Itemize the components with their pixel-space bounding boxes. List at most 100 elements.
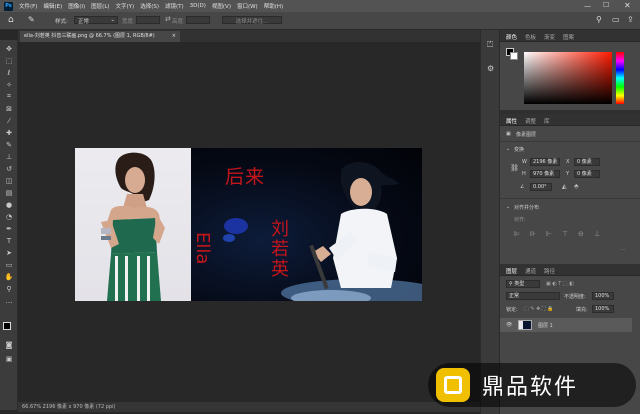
align-bottom-icon[interactable]: ⊥ (594, 230, 600, 238)
blend-mode-select[interactable]: 正常 (506, 292, 560, 300)
document-canvas[interactable]: 后来 Ella 刘若英 (75, 148, 422, 301)
search-icon[interactable]: ⚲ (596, 15, 602, 24)
chevron-down-icon[interactable]: ⌄ (506, 204, 510, 210)
link-icon[interactable]: ⛓ (510, 164, 519, 172)
layer-filter-select[interactable]: ⚲ 类型 (506, 280, 540, 288)
flip-horizontal-icon[interactable]: ◭ (562, 183, 567, 190)
angle-icon: ∠ (520, 184, 525, 190)
menu-image[interactable]: 图像(I) (68, 2, 85, 10)
x-field[interactable]: 0 像素 (574, 158, 600, 166)
align-middle-icon[interactable]: ⊖ (578, 230, 584, 238)
tab-paths[interactable]: 路径 (544, 267, 555, 275)
layer-row[interactable]: 👁 图层 1 (500, 318, 632, 332)
hue-slider[interactable] (616, 52, 624, 104)
foreground-color-swatch[interactable] (3, 322, 11, 330)
frame-tool-icon[interactable]: ⊠ (4, 104, 14, 113)
swap-icon[interactable]: ⇄ (165, 15, 171, 23)
eraser-tool-icon[interactable]: ◫ (4, 176, 14, 185)
select-and-mask-button[interactable]: 选择并遮住... (222, 16, 282, 25)
hand-tool-icon[interactable]: ✋ (4, 272, 14, 281)
tab-properties[interactable]: 属性 (506, 117, 517, 125)
rectangle-tool-icon[interactable]: ▭ (4, 260, 14, 269)
layer-thumbnail (518, 320, 532, 330)
marquee-tool-icon[interactable]: ⬚ (4, 56, 14, 65)
tab-channels[interactable]: 通道 (525, 267, 536, 275)
more-tools-icon[interactable]: … (4, 296, 14, 305)
align-right-icon[interactable]: ⊩ (546, 230, 552, 238)
menu-window[interactable]: 窗口(W) (237, 2, 258, 10)
dodge-tool-icon[interactable]: ◔ (4, 212, 14, 221)
fill-label: 填充: (576, 307, 588, 313)
menu-view[interactable]: 视图(V) (212, 2, 231, 10)
flip-vertical-icon[interactable]: ⬘ (574, 183, 579, 190)
menu-file[interactable]: 文件(F) (19, 2, 37, 10)
menu-filter[interactable]: 滤镜(T) (165, 2, 184, 10)
adjustments-panel-icon[interactable]: ⚙ (487, 64, 494, 73)
screen-mode-icon[interactable]: ▣ (4, 354, 14, 363)
fill-field[interactable]: 100% (592, 305, 614, 313)
tab-adjustments[interactable]: 调整 (525, 117, 536, 125)
crop-tool-icon[interactable]: ⌗ (4, 92, 14, 101)
more-options-icon[interactable]: … (620, 246, 625, 252)
path-selection-tool-icon[interactable]: ➤ (4, 248, 14, 257)
width-field[interactable]: 2196 像素 (530, 158, 560, 166)
filter-icons[interactable]: ▣ ◐ T ⬚ ◧ (546, 281, 574, 287)
blur-tool-icon[interactable]: ● (4, 200, 14, 209)
brush-preset-icon[interactable]: ✎ (28, 15, 35, 24)
width-label: W (522, 159, 527, 165)
pen-tool-icon[interactable]: ✒ (4, 224, 14, 233)
background-swatch[interactable] (510, 52, 518, 60)
history-panel-icon[interactable]: ⏍ (487, 40, 493, 50)
lock-icons[interactable]: ⬚ ✎ ✥ ⛶ 🔒 (524, 306, 553, 312)
maximize-icon[interactable]: ☐ (603, 1, 609, 9)
tab-swatches[interactable]: 色板 (525, 33, 536, 41)
menu-edit[interactable]: 编辑(E) (43, 2, 62, 10)
history-brush-tool-icon[interactable]: ↺ (4, 164, 14, 173)
tab-libraries[interactable]: 库 (544, 117, 550, 125)
type-tool-icon[interactable]: T (4, 236, 14, 245)
opacity-field[interactable]: 100% (592, 292, 614, 300)
document-tab[interactable]: ella-刘若英 抖音三联画.png @ 66.7% (图层 1, RGB/8#… (20, 31, 180, 42)
height-field[interactable] (186, 16, 210, 24)
healing-brush-tool-icon[interactable]: ✚ (4, 128, 14, 137)
align-center-icon[interactable]: ⊪ (530, 230, 536, 238)
menu-type[interactable]: 文字(Y) (116, 2, 135, 10)
eye-icon[interactable]: 👁 (506, 322, 512, 328)
height-field[interactable]: 970 像素 (530, 170, 560, 178)
color-picker-field[interactable] (524, 52, 612, 104)
menu-help[interactable]: 帮助(H) (264, 2, 283, 10)
menu-layer[interactable]: 图层(L) (91, 2, 109, 10)
tab-gradients[interactable]: 渐变 (544, 33, 555, 41)
tab-layers[interactable]: 图层 (506, 267, 517, 275)
align-top-icon[interactable]: ⊤ (562, 230, 568, 238)
menu-select[interactable]: 选择(S) (140, 2, 159, 10)
quick-mask-icon[interactable]: ◙ (4, 340, 14, 349)
tools-panel: ✥ ⬚ ℓ ✧ ⌗ ⊠ ⁄ ✚ ✎ ⊥ ↺ ◫ ▤ ● ◔ ✒ T ➤ ▭ ✋ … (0, 40, 18, 410)
panel-icon-strip: ⏍ ⚙ (480, 30, 500, 414)
tab-color[interactable]: 颜色 (506, 33, 517, 41)
share-icon[interactable]: ⇪ (627, 15, 634, 24)
style-label: 样式: (55, 19, 68, 25)
width-label: 宽度: (122, 19, 135, 25)
tab-patterns[interactable]: 图案 (563, 33, 574, 41)
move-tool-icon[interactable]: ✥ (4, 44, 14, 53)
home-icon[interactable]: ⌂ (8, 15, 14, 25)
eyedropper-tool-icon[interactable]: ⁄ (4, 116, 14, 125)
minimize-icon[interactable]: — (584, 2, 591, 10)
gradient-tool-icon[interactable]: ▤ (4, 188, 14, 197)
zoom-tool-icon[interactable]: ⚲ (4, 284, 14, 293)
menu-3d[interactable]: 3D(D) (190, 3, 206, 9)
chevron-down-icon[interactable]: ⌄ (506, 146, 510, 152)
magic-wand-tool-icon[interactable]: ✧ (4, 80, 14, 89)
style-select[interactable]: 正常 ⌄ (74, 16, 118, 25)
clone-stamp-tool-icon[interactable]: ⊥ (4, 152, 14, 161)
lasso-tool-icon[interactable]: ℓ (4, 68, 14, 77)
workspace-icon[interactable]: ▭ (612, 15, 620, 24)
close-tab-icon[interactable]: × (172, 31, 176, 42)
brush-tool-icon[interactable]: ✎ (4, 140, 14, 149)
angle-field[interactable]: 0.00° (530, 183, 552, 191)
align-left-icon[interactable]: ⊫ (514, 230, 520, 238)
y-field[interactable]: 0 像素 (574, 170, 600, 178)
width-field[interactable] (136, 16, 160, 24)
close-icon[interactable]: ✕ (624, 1, 631, 10)
